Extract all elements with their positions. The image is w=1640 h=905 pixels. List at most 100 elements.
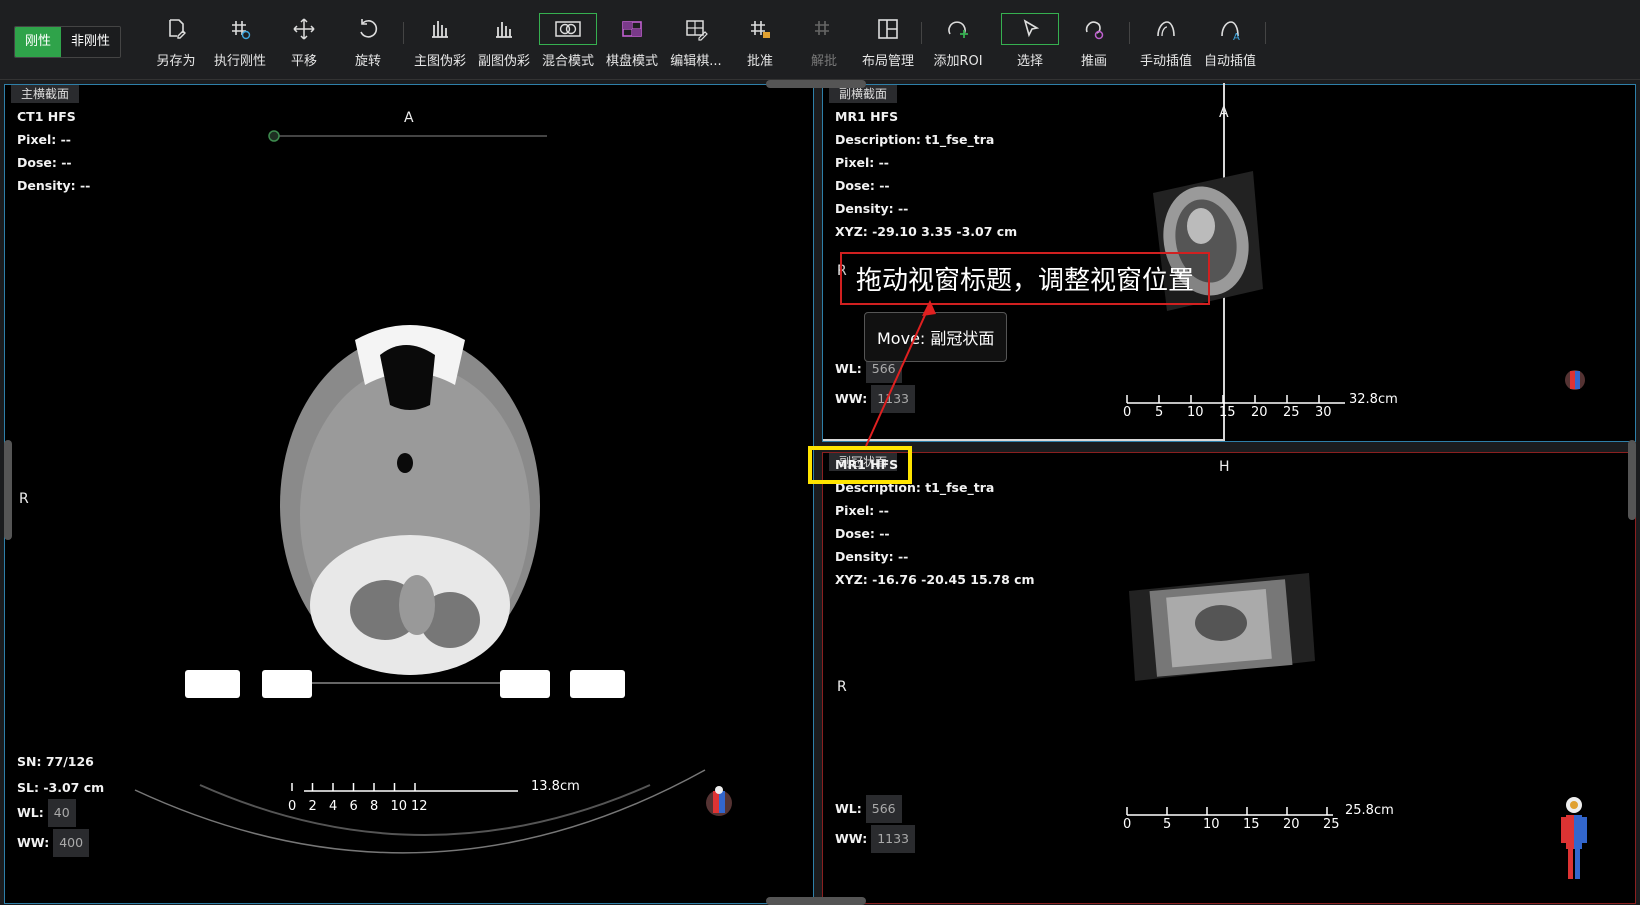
manual-interp-button[interactable]: 手动插值 <box>1134 16 1198 72</box>
execute-rigid-button[interactable]: 执行刚性 <box>208 16 272 72</box>
rigid-mode-button[interactable]: 刚性 <box>15 27 62 57</box>
layout-manage-button[interactable]: 布局管理 <box>856 16 920 72</box>
add-roi-button[interactable]: 添加ROI <box>926 16 990 72</box>
pixel-readout: Pixel: -- <box>835 155 889 170</box>
split-handle-bottom[interactable] <box>766 897 866 905</box>
nonrigid-mode-button[interactable]: 非刚性 <box>61 27 121 57</box>
orientation-left-label: R <box>837 679 847 695</box>
split-handle-right[interactable] <box>1628 440 1636 520</box>
orientation-person-icon <box>1565 370 1585 390</box>
scale-length-label: 13.8cm <box>531 779 580 794</box>
split-handle-left[interactable] <box>4 440 12 540</box>
edit-checkerboard-button[interactable]: 编辑棋... <box>664 16 728 72</box>
dose-readout: Dose: -- <box>835 178 890 193</box>
scale-tick-label: 2 <box>308 799 317 814</box>
main-axial-view[interactable]: 主横截面 CT1 HFS Pixel: -- Dose: -- Density:… <box>4 84 814 904</box>
scale-tick-label: 30 <box>1315 405 1332 420</box>
scale-tick-label: 0 <box>1123 405 1132 420</box>
manual-interp-label: 手动插值 <box>1139 54 1192 69</box>
checkerboard-mode-icon <box>622 21 642 37</box>
rotate-icon <box>360 19 378 38</box>
split-handle-top[interactable] <box>766 80 866 88</box>
secondary-axial-info: MR1 HFS Description: t1_fse_tra Pixel: -… <box>835 105 1017 243</box>
add-roi-icon <box>948 21 968 38</box>
toolbar: 刚性 非刚性 另存为 执行刚性 平移 旋转 主图伪彩 副图伪彩 混合模式 棋盘模… <box>0 0 1640 80</box>
xyz-readout: XYZ: -16.76 -20.45 15.78 cm <box>835 572 1035 587</box>
scale-tick-label: 10 <box>390 799 408 814</box>
push-draw-button[interactable]: 推画 <box>1062 16 1126 72</box>
rotate-label: 旋转 <box>354 54 381 69</box>
select-label: 选择 <box>1016 54 1043 69</box>
secondary-pseudocolor-label: 副图伪彩 <box>477 54 530 69</box>
scale-bar <box>1126 807 1333 816</box>
scale-tick-label: 20 <box>1251 405 1268 420</box>
auto-interp-button[interactable]: A 自动插值 <box>1198 16 1262 72</box>
layout-manage-label: 布局管理 <box>861 54 914 69</box>
window-level-control[interactable]: WL: 40 <box>17 799 76 827</box>
layout-icon <box>878 19 898 39</box>
select-button[interactable]: 选择 <box>998 13 1062 72</box>
pan-icon <box>293 18 315 40</box>
wl-value[interactable]: 566 <box>865 795 902 823</box>
window-width-control[interactable]: WW: 400 <box>17 829 90 857</box>
wl-value[interactable]: 40 <box>47 799 76 827</box>
auto-interp-icon: A <box>1221 21 1240 42</box>
ww-label: WW: <box>17 835 50 850</box>
ww-label: WW: <box>835 831 868 846</box>
toolbar-separator <box>921 22 922 44</box>
save-as-button[interactable]: 另存为 <box>144 16 208 72</box>
approve-icon <box>751 21 770 38</box>
select-icon <box>1001 13 1059 45</box>
orientation-body-icon <box>1561 797 1587 879</box>
unapprove-icon <box>815 21 829 35</box>
orientation-top-label: H <box>1219 459 1230 475</box>
save-as-label: 另存为 <box>156 54 196 69</box>
scale-tick-label: 5 <box>1155 405 1164 420</box>
push-draw-icon <box>1085 21 1104 40</box>
unapprove-button[interactable]: 解批 <box>792 16 856 72</box>
description-readout: Description: t1_fse_tra <box>835 132 995 147</box>
dose-readout: Dose: -- <box>835 526 890 541</box>
window-level-control[interactable]: WL: 566 <box>835 795 902 823</box>
ww-value[interactable]: 400 <box>53 829 90 857</box>
checkerboard-mode-button[interactable]: 棋盘模式 <box>600 16 664 72</box>
registration-mode-toggle[interactable]: 刚性 非刚性 <box>14 26 122 58</box>
edit-checkerboard-label: 编辑棋... <box>670 54 722 69</box>
window-width-control[interactable]: WW: 1133 <box>835 825 916 853</box>
scale-tick-label: 25 <box>1283 405 1300 420</box>
scale-tick-label: 15 <box>1219 405 1236 420</box>
scale-tick-label: 10 <box>1187 405 1204 420</box>
slice-location: SL: -3.07 cm <box>17 780 105 795</box>
slice-number: SN: 77/126 <box>17 754 94 769</box>
edit-checkerboard-icon <box>686 20 708 41</box>
scale-tick-label: 5 <box>1163 817 1172 832</box>
orientation-person-icon <box>706 786 732 816</box>
add-roi-label: 添加ROI <box>933 54 983 69</box>
rotate-button[interactable]: 旋转 <box>336 16 400 72</box>
approve-button[interactable]: 批准 <box>728 16 792 72</box>
ww-value[interactable]: 1133 <box>871 825 916 853</box>
secondary-coronal-view[interactable]: 副冠状面 MR1 HFS Description: t1_fse_tra Pix… <box>822 452 1636 904</box>
scale-tick-label: 4 <box>329 799 338 814</box>
scale-tick-label: 25 <box>1323 817 1340 832</box>
wl-label: WL: <box>835 801 862 816</box>
auto-interp-label: 自动插值 <box>1203 54 1256 69</box>
scale-tick-label: 0 <box>1123 817 1132 832</box>
density-readout: Density: -- <box>835 549 909 564</box>
toolbar-separator <box>1129 22 1130 44</box>
scale-length-label: 32.8cm <box>1349 392 1398 407</box>
primary-pseudocolor-icon <box>432 21 448 38</box>
checkerboard-mode-label: 棋盘模式 <box>605 54 658 69</box>
scale-tick-label: 12 <box>411 799 428 814</box>
secondary-pseudocolor-button[interactable]: 副图伪彩 <box>472 16 536 72</box>
blend-mode-button[interactable]: 混合模式 <box>536 13 600 72</box>
execute-rigid-icon <box>232 21 251 40</box>
pan-button[interactable]: 平移 <box>272 16 336 72</box>
approve-label: 批准 <box>746 54 773 69</box>
scale-tick-label: 0 <box>288 799 297 814</box>
modality-label: MR1 HFS <box>835 109 899 124</box>
primary-pseudocolor-button[interactable]: 主图伪彩 <box>408 16 472 72</box>
scale-tick-label: 10 <box>1203 817 1220 832</box>
scale-length-label: 25.8cm <box>1345 803 1394 818</box>
mr-coronal-image <box>1129 573 1315 681</box>
